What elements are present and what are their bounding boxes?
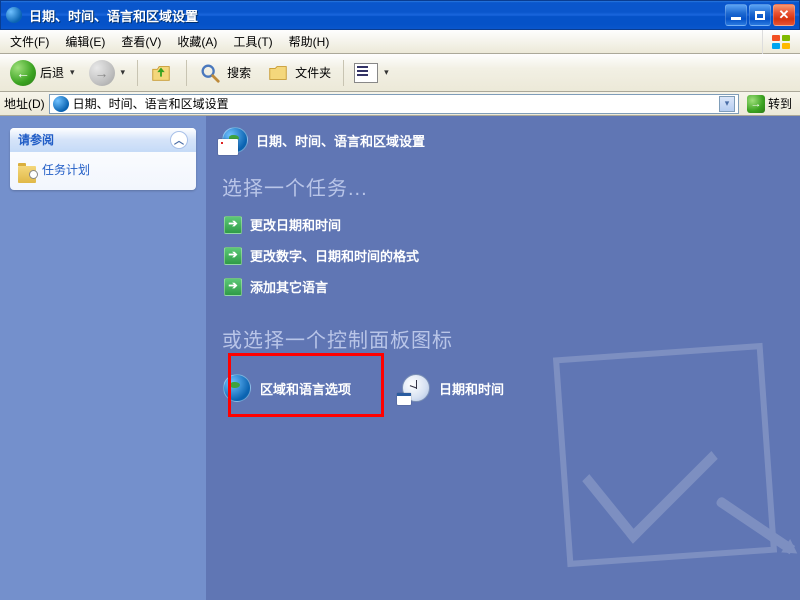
task-change-date-time[interactable]: 更改日期和时间 [224,215,784,234]
chevron-down-icon: ▾ [121,67,126,78]
sidebar: 请参阅 ︿ 任务计划 [0,116,206,600]
scheduled-tasks-icon [18,163,36,177]
task-arrow-icon [224,247,242,265]
address-dropdown-button[interactable] [719,96,735,112]
cpl-label: 日期和时间 [439,379,504,398]
toolbar-separator [343,60,344,86]
folders-button[interactable]: 文件夹 [261,56,337,90]
back-label: 后退 [40,64,64,81]
minimize-button[interactable] [725,4,747,26]
address-value: 日期、时间、语言和区域设置 [73,95,229,112]
content-pane: 日期、时间、语言和区域设置 选择一个任务... 更改日期和时间 更改数字、日期和… [206,116,800,600]
task-change-formats[interactable]: 更改数字、日期和时间的格式 [224,246,784,265]
menu-file[interactable]: 文件(F) [2,31,57,52]
task-label: 更改数字、日期和时间的格式 [250,246,419,265]
forward-arrow-icon: → [89,60,115,86]
forward-button[interactable]: → ▾ [85,56,132,90]
pick-a-task-heading: 选择一个任务... [222,172,784,201]
back-arrow-icon: ← [10,60,36,86]
task-arrow-icon [224,216,242,234]
toolbar-separator [186,60,187,86]
category-title: 日期、时间、语言和区域设置 [256,131,425,150]
maximize-button[interactable] [749,4,771,26]
cpl-date-time[interactable]: 日期和时间 [401,373,504,403]
go-label: 转到 [768,95,792,112]
address-field[interactable]: 日期、时间、语言和区域设置 [49,94,739,114]
sidebar-link-scheduled-tasks[interactable]: 任务计划 [18,159,188,180]
task-label: 更改日期和时间 [250,215,341,234]
globe-icon [222,373,252,403]
pick-icon-heading: 或选择一个控制面板图标 [222,324,784,353]
menu-favorites[interactable]: 收藏(A) [169,31,225,52]
folder-up-icon [148,60,174,86]
task-label: 添加其它语言 [250,277,328,296]
search-icon [197,60,223,86]
menu-view[interactable]: 查看(V) [113,31,169,52]
address-bar: 地址(D) 日期、时间、语言和区域设置 → 转到 [0,92,800,116]
views-button[interactable]: ▾ [350,59,395,87]
go-arrow-icon: → [747,95,765,113]
nav-toolbar: ← 后退 ▾ → ▾ 搜索 文件夹 ▾ [0,54,800,92]
control-panel-icon [53,96,69,112]
cpl-label: 区域和语言选项 [260,379,351,398]
folders-label: 文件夹 [295,64,331,81]
search-label: 搜索 [227,64,251,81]
address-label: 地址(D) [4,95,45,112]
window-titlebar: 日期、时间、语言和区域设置 ✕ [0,0,800,30]
search-button[interactable]: 搜索 [193,56,257,90]
main-area: 请参阅 ︿ 任务计划 日期、时间、语言和区域设置 选择一个任务... [0,116,800,600]
window-title: 日期、时间、语言和区域设置 [29,6,725,25]
close-button[interactable]: ✕ [773,4,795,26]
collapse-icon[interactable]: ︿ [170,131,188,149]
menu-tools[interactable]: 工具(T) [225,31,280,52]
cpl-regional-language[interactable]: 区域和语言选项 [222,373,351,403]
menu-help[interactable]: 帮助(H) [281,31,338,52]
views-icon [354,63,378,83]
task-add-languages[interactable]: 添加其它语言 [224,277,784,296]
chevron-down-icon: ▾ [70,67,75,78]
seealso-panel: 请参阅 ︿ 任务计划 [10,128,196,190]
menu-edit[interactable]: 编辑(E) [57,31,113,52]
up-button[interactable] [144,56,180,90]
seealso-header-label: 请参阅 [18,131,54,148]
go-button[interactable]: → 转到 [743,94,796,114]
windows-logo-icon [762,30,798,54]
menu-bar: 文件(F) 编辑(E) 查看(V) 收藏(A) 工具(T) 帮助(H) [0,30,800,54]
folders-icon [265,60,291,86]
category-header: 日期、时间、语言和区域设置 [222,126,784,154]
back-button[interactable]: ← 后退 ▾ [6,56,81,90]
chevron-down-icon: ▾ [384,67,389,78]
background-checkmark-art [530,330,790,590]
clock-icon [401,373,431,403]
task-arrow-icon [224,278,242,296]
toolbar-separator [137,60,138,86]
sidebar-link-label: 任务计划 [42,161,90,178]
window-icon [5,6,23,24]
seealso-header[interactable]: 请参阅 ︿ [10,128,196,152]
